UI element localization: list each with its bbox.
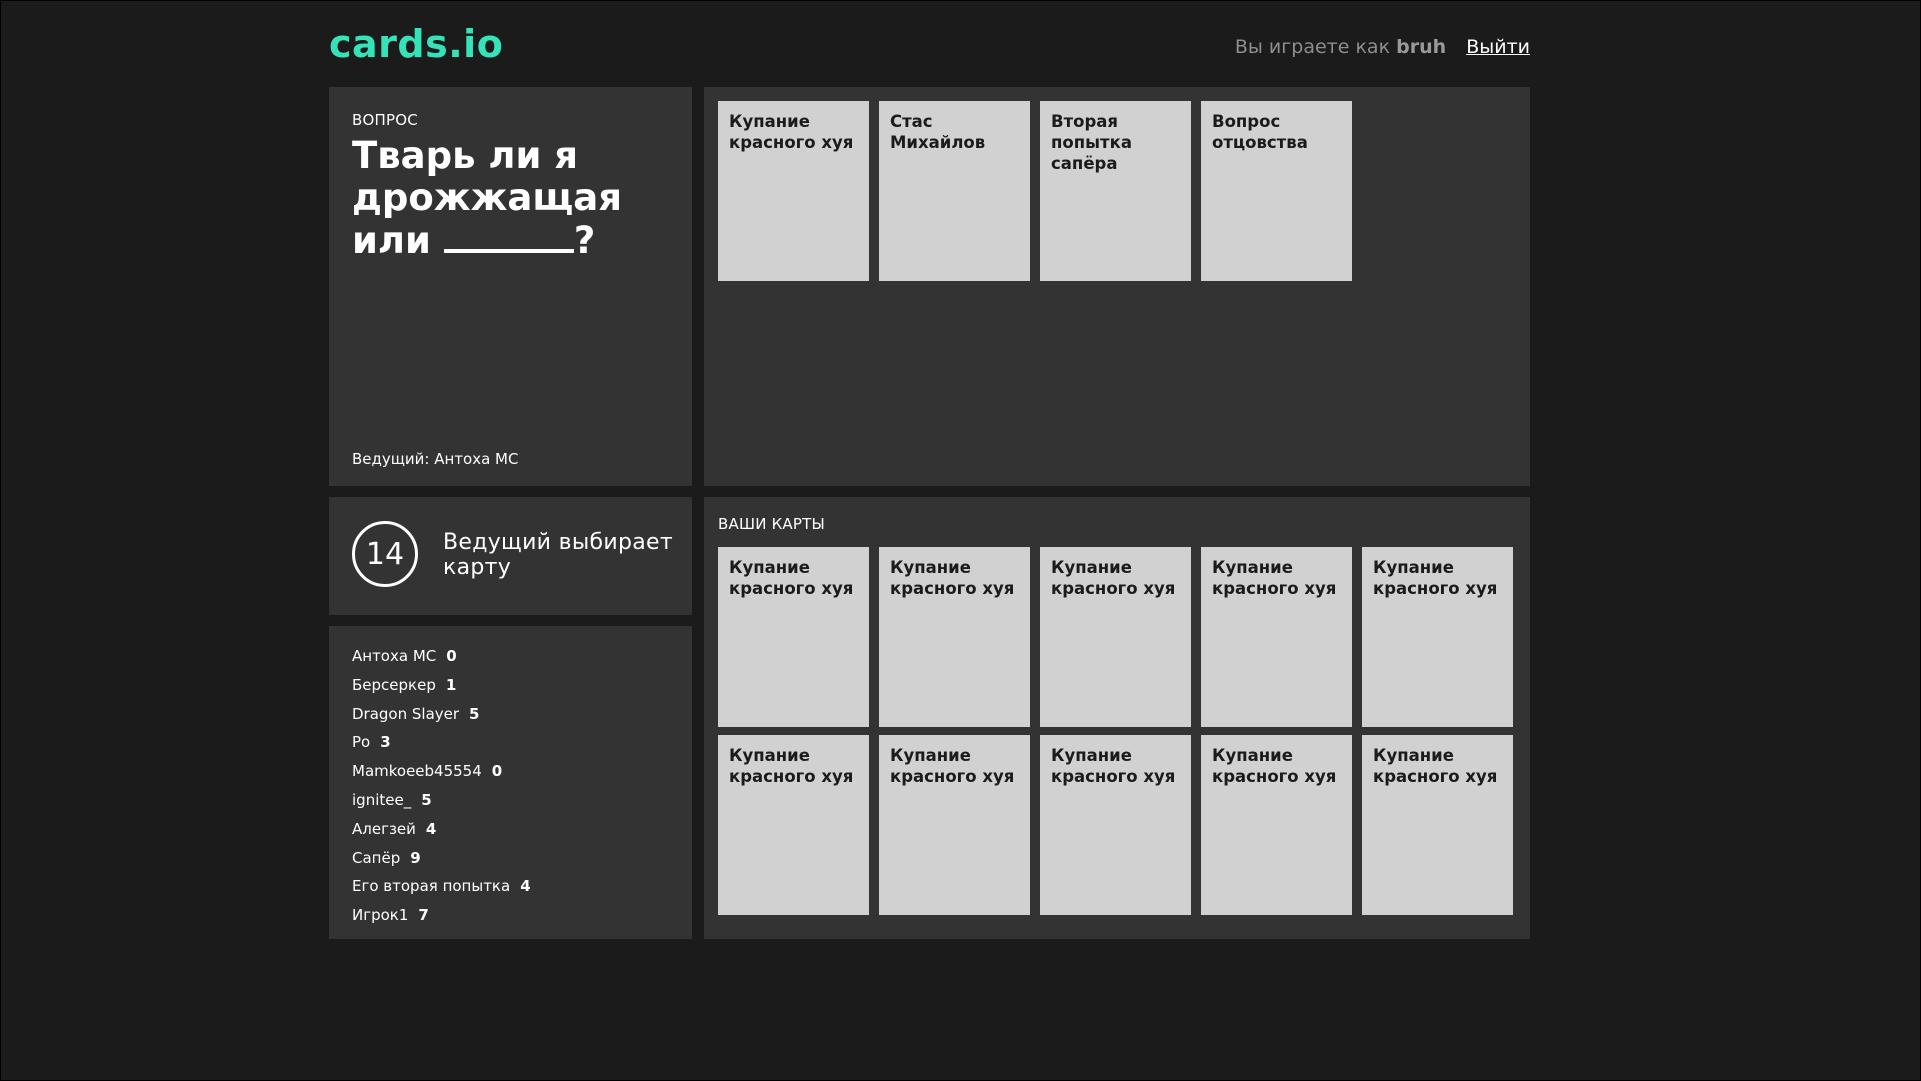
player-row: Берсеркер 1 bbox=[352, 671, 669, 700]
status-message: Ведущий выбирает карту bbox=[443, 530, 673, 580]
status-panel: 14 Ведущий выбирает карту bbox=[329, 497, 692, 615]
hand-panel: ВАШИ КАРТЫ Купание красного хуя Купание … bbox=[704, 497, 1530, 939]
hand-card[interactable]: Купание красного хуя bbox=[1201, 735, 1352, 915]
player-row: Mamkoeeb45554 0 bbox=[352, 757, 669, 786]
player-name: Антоха МС bbox=[352, 647, 437, 665]
hand-card[interactable]: Купание красного хуя bbox=[1040, 547, 1191, 727]
host-label: Ведущий: Антоха МС bbox=[352, 450, 519, 468]
hand-card[interactable]: Купание красного хуя bbox=[1040, 735, 1191, 915]
player-row: Алегзей 4 bbox=[352, 815, 669, 844]
logout-link[interactable]: Выйти bbox=[1466, 36, 1530, 58]
player-score: 0 bbox=[491, 762, 503, 781]
player-score: 4 bbox=[425, 819, 437, 838]
question-panel: ВОПРОС Тварь ли я дрожжащая или ? Ведущи… bbox=[329, 87, 692, 486]
played-card[interactable]: Купание красного хуя bbox=[718, 101, 869, 281]
hand-card[interactable]: Купание красного хуя bbox=[718, 547, 869, 727]
hand-card[interactable]: Купание красного хуя bbox=[1201, 547, 1352, 727]
played-cards-panel: Купание красного хуя Стас Михайлов Втора… bbox=[704, 87, 1530, 486]
player-name: Алегзей bbox=[352, 819, 416, 838]
question-blank bbox=[443, 219, 574, 253]
hand-card[interactable]: Купание красного хуя bbox=[1362, 735, 1513, 915]
player-name: Ро bbox=[352, 733, 371, 752]
played-cards-row: Купание красного хуя Стас Михайлов Втора… bbox=[718, 101, 1516, 281]
player-name: Сапёр bbox=[352, 848, 401, 867]
player-row: Игрок1 7 bbox=[352, 901, 669, 930]
player-name: Его вторая попытка bbox=[352, 877, 511, 896]
player-score: 5 bbox=[421, 790, 432, 809]
player-row: Dragon Slayer 5 bbox=[352, 700, 669, 729]
played-card[interactable]: Вопрос отцовства bbox=[1201, 101, 1352, 281]
player-name: Игрок1 bbox=[352, 906, 409, 925]
played-card[interactable]: Вторая попытка сапёра bbox=[1040, 101, 1191, 281]
player-row: Антоха МС 0 bbox=[352, 642, 669, 671]
timer-value: 14 bbox=[365, 536, 405, 572]
logo[interactable]: cards.io bbox=[329, 22, 503, 66]
hand-grid: Купание красного хуя Купание красного ху… bbox=[718, 547, 1516, 915]
players-panel: Антоха МС 0 Берсеркер 1 Dragon Slayer 5 Ро 3… bbox=[329, 626, 692, 939]
playing-as-label: Вы играете как bbox=[1234, 36, 1391, 58]
player-score: 0 bbox=[446, 647, 457, 665]
player-row: Его вторая попытка 4 bbox=[352, 872, 669, 901]
player-score: 3 bbox=[380, 733, 391, 752]
player-score: 4 bbox=[520, 877, 531, 896]
hand-card[interactable]: Купание красного хуя bbox=[718, 735, 869, 915]
username: bruh bbox=[1396, 36, 1447, 58]
question-text: Тварь ли я дрожжащая или ? bbox=[352, 135, 669, 262]
player-score: 7 bbox=[418, 906, 429, 925]
hand-card[interactable]: Купание красного хуя bbox=[1362, 547, 1513, 727]
header: cards.io Вы играете как bruh Выйти bbox=[329, 0, 1530, 86]
hand-card[interactable]: Купание красного хуя bbox=[879, 735, 1030, 915]
player-score: 5 bbox=[469, 704, 480, 723]
played-card[interactable]: Стас Михайлов bbox=[879, 101, 1030, 281]
player-score: 1 bbox=[445, 675, 457, 694]
player-row: ignitee_ 5 bbox=[352, 786, 669, 815]
player-name: Dragon Slayer bbox=[352, 704, 460, 723]
player-name: ignitee_ bbox=[352, 790, 412, 809]
question-text-end: ? bbox=[573, 219, 596, 262]
user-area: Вы играете как bruh Выйти bbox=[1235, 36, 1530, 58]
hand-label: ВАШИ КАРТЫ bbox=[718, 515, 825, 533]
countdown-timer: 14 bbox=[352, 521, 418, 587]
player-row: Сапёр 9 bbox=[352, 844, 669, 873]
player-name: Mamkoeeb45554 bbox=[352, 762, 482, 781]
question-label: ВОПРОС bbox=[352, 111, 418, 129]
player-score: 9 bbox=[410, 848, 421, 867]
player-name: Берсеркер bbox=[352, 675, 436, 694]
hand-card[interactable]: Купание красного хуя bbox=[879, 547, 1030, 727]
player-row: Ро 3 bbox=[352, 728, 669, 757]
